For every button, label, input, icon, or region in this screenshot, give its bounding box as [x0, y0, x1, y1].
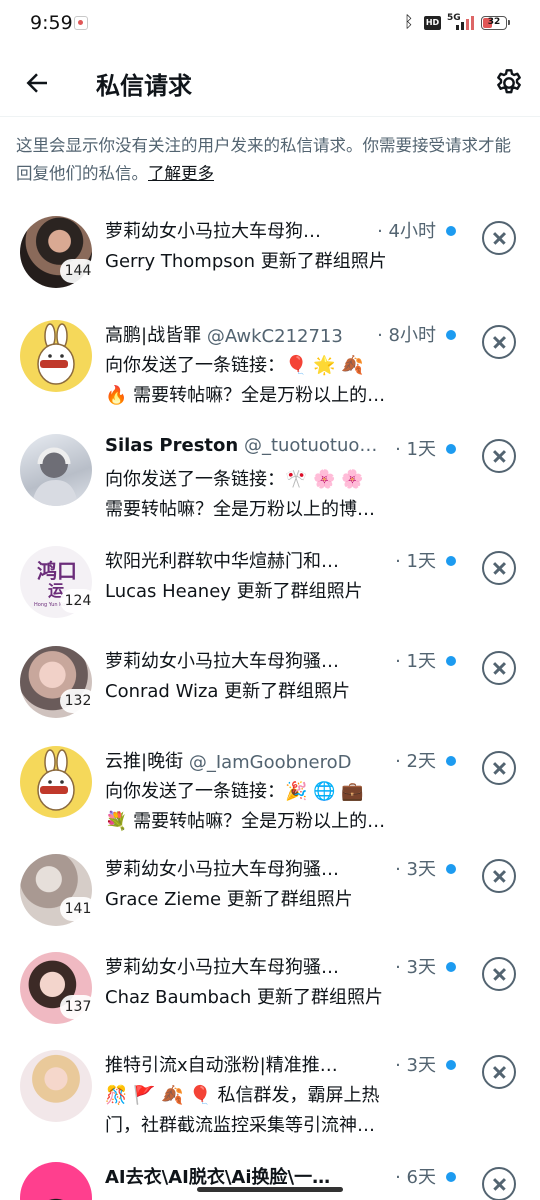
- request-time: · 3天: [391, 1051, 436, 1077]
- unread-dot: [446, 962, 456, 972]
- hd-icon: HD: [424, 16, 441, 30]
- battery-icon: 32: [481, 16, 510, 30]
- request-time: · 3天: [391, 953, 436, 979]
- dismiss-icon[interactable]: [482, 221, 516, 255]
- request-time: · 8小时: [373, 321, 436, 347]
- request-item[interactable]: 141 萝莉幼女小马拉大车母狗骚… · 3天 Grace Zieme 更新了群组…: [0, 842, 540, 946]
- unread-dot: [446, 330, 456, 340]
- preview-line: Conrad Wiza 更新了群组照片: [105, 681, 351, 702]
- unread-dot: [446, 444, 456, 454]
- request-time: · 6天: [391, 1163, 436, 1189]
- preview-line: Gerry Thompson 更新了群组照片: [105, 251, 387, 272]
- sender-handle: @_IamGoobneroD: [188, 752, 352, 773]
- request-item[interactable]: 144 萝莉幼女小马拉大车母狗… · 4小时 Gerry Thompson 更新…: [0, 204, 540, 308]
- request-time: · 1天: [391, 547, 436, 573]
- request-item[interactable]: 鸿口 运 Hong Yun Kou Liang 124 软阳光利群软中华煊赫门和…: [0, 534, 540, 638]
- avatar[interactable]: [20, 746, 92, 818]
- preview-line: 向你发送了一条链接：🎉 🌐 💼: [105, 781, 364, 802]
- unread-dot: [446, 556, 456, 566]
- bunny-avatar-icon: [37, 749, 75, 811]
- bunny-avatar-icon: [37, 323, 75, 385]
- sender-name: 萝莉幼女小马拉大车母狗骚…: [105, 859, 339, 880]
- dismiss-icon[interactable]: [482, 957, 516, 991]
- unread-dot: [446, 226, 456, 236]
- avatar[interactable]: [20, 320, 92, 392]
- dismiss-icon[interactable]: [482, 1055, 516, 1089]
- sender-name: 高鹏|战皆罪: [105, 325, 202, 346]
- requests-notice: 这里会显示你没有关注的用户发来的私信请求。你需要接受请求才能回复他们的私信。了解…: [16, 132, 526, 188]
- sender-handle: @AwkC212713: [206, 326, 343, 347]
- sender-name: 萝莉幼女小马拉大车母狗骚…: [105, 957, 339, 978]
- preview-line: 向你发送了一条链接：🎈 🌟 🍂: [105, 355, 364, 376]
- request-time: · 3天: [391, 855, 436, 881]
- member-count-badge: 144: [60, 259, 96, 283]
- person-headphones-icon: [32, 447, 78, 506]
- request-item[interactable]: Silas Preston @_tuotuotuo… · 1天 向你发送了一条链…: [0, 422, 540, 526]
- dismiss-icon[interactable]: [482, 325, 516, 359]
- preview-line: 🎊 🚩 🍂 🎈 私信群发，霸屏上热: [105, 1085, 380, 1106]
- sender-name: 萝莉幼女小马拉大车母狗骚…: [105, 651, 339, 672]
- battery-level: 32: [487, 17, 501, 27]
- avatar[interactable]: [20, 1050, 92, 1122]
- home-indicator[interactable]: [197, 1187, 343, 1192]
- request-item[interactable]: AI去衣\AI脱衣\Ai换脸\一… · 6天: [0, 1150, 540, 1200]
- member-count-badge: 137: [60, 995, 96, 1019]
- status-bar: 9:59 ᛒ HD 5G 32: [0, 0, 540, 50]
- sender-name: 萝莉幼女小马拉大车母狗…: [105, 221, 321, 242]
- dismiss-icon[interactable]: [482, 651, 516, 685]
- preview-line: 门，社群截流监控采集等引流神…: [105, 1115, 375, 1136]
- request-time: · 1天: [391, 435, 436, 461]
- sender-name: 推特引流x自动涨粉|精准推…: [105, 1055, 338, 1076]
- member-count-badge: 141: [60, 897, 96, 921]
- page-title: 私信请求: [96, 72, 192, 100]
- request-time: · 1天: [391, 647, 436, 673]
- sender-name: 软阳光利群软中华煊赫门和…: [105, 551, 339, 572]
- request-time: · 2天: [391, 747, 436, 773]
- sender-name: Silas Preston: [105, 435, 239, 456]
- member-count-badge: 124: [60, 589, 96, 613]
- sender-name: 云推|晚街: [105, 751, 184, 772]
- dismiss-icon[interactable]: [482, 859, 516, 893]
- signal-icon: [456, 14, 476, 30]
- request-item[interactable]: 高鹏|战皆罪 @AwkC212713 · 8小时 向你发送了一条链接：🎈 🌟 🍂…: [0, 308, 540, 412]
- preview-line: 需要转帖嘛？全是万粉以上的博…: [105, 499, 375, 520]
- preview-line: 🔥 需要转帖嘛？全是万粉以上的…: [105, 385, 386, 406]
- request-item[interactable]: 云推|晚街 @_IamGoobneroD · 2天 向你发送了一条链接：🎉 🌐 …: [0, 734, 540, 838]
- request-item[interactable]: 推特引流x自动涨粉|精准推… · 3天 🎊 🚩 🍂 🎈 私信群发，霸屏上热 门，…: [0, 1038, 540, 1142]
- preview-line: Grace Zieme 更新了群组照片: [105, 889, 353, 910]
- unread-dot: [446, 864, 456, 874]
- svg-text:鸿口: 鸿口: [37, 559, 77, 583]
- request-item[interactable]: 132 萝莉幼女小马拉大车母狗骚… · 1天 Conrad Wiza 更新了群组…: [0, 634, 540, 738]
- preview-line: 向你发送了一条链接：🎌 🌸 🌸: [105, 469, 364, 490]
- notice-text: 这里会显示你没有关注的用户发来的私信请求。你需要接受请求才能回复他们的私信。: [16, 136, 511, 183]
- preview-line: 💐 需要转帖嘛？全是万粉以上的…: [105, 811, 386, 832]
- sender-name: AI去衣\AI脱衣\Ai换脸\一…: [105, 1167, 331, 1188]
- dismiss-icon[interactable]: [482, 551, 516, 585]
- top-bar: 私信请求: [0, 50, 540, 117]
- unread-dot: [446, 1172, 456, 1182]
- preview-line: Lucas Heaney 更新了群组照片: [105, 581, 363, 602]
- unread-dot: [446, 656, 456, 666]
- request-time: · 4小时: [373, 217, 436, 243]
- unread-dot: [446, 1060, 456, 1070]
- preview-line: Chaz Baumbach 更新了群组照片: [105, 987, 383, 1008]
- back-arrow-icon[interactable]: [22, 68, 52, 98]
- notification-icon: [74, 16, 88, 30]
- request-item[interactable]: 137 萝莉幼女小马拉大车母狗骚… · 3天 Chaz Baumbach 更新了…: [0, 940, 540, 1044]
- dismiss-icon[interactable]: [482, 439, 516, 473]
- learn-more-link[interactable]: 了解更多: [148, 164, 214, 183]
- dismiss-icon[interactable]: [482, 1167, 516, 1200]
- dismiss-icon[interactable]: [482, 751, 516, 785]
- avatar[interactable]: [20, 1162, 92, 1200]
- avatar[interactable]: [20, 434, 92, 506]
- unread-dot: [446, 756, 456, 766]
- member-count-badge: 132: [60, 689, 96, 713]
- settings-gear-icon[interactable]: [493, 67, 525, 99]
- bluetooth-icon: ᛒ: [404, 12, 414, 31]
- sender-handle: @_tuotuotuo…: [243, 435, 378, 456]
